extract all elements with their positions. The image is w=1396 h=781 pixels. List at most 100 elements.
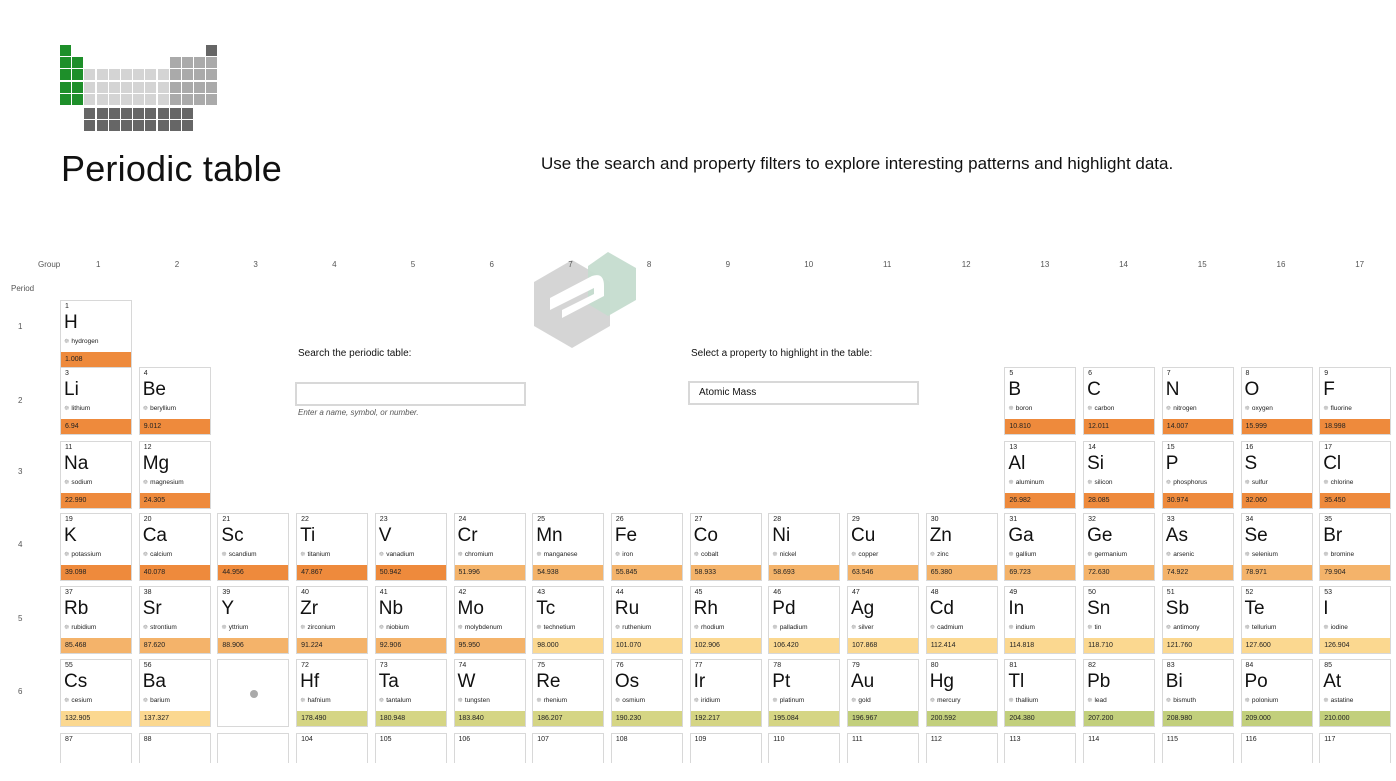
element-cell-bismuth[interactable]: 83 Bi ☸ bismuth 208.980 (1161, 659, 1234, 727)
element-cell-carbon[interactable]: 6 C ☸ carbon 12.011 (1083, 367, 1156, 435)
element-cell-phosphorus[interactable]: 15 P ☸ phosphorus 30.974 (1161, 441, 1234, 509)
element-cell-partial[interactable] (217, 733, 290, 763)
element-cell-oxygen[interactable]: 8 O ☸ oxygen 15.999 (1240, 367, 1313, 435)
element-cell-silver[interactable]: 47 Ag ☸ silver 107.868 (847, 586, 919, 654)
element-cell-cadmium[interactable]: 48 Cd ☸ cadmium 112.414 (925, 586, 998, 654)
element-name-text: nitrogen (1173, 405, 1197, 412)
element-cell-partial[interactable]: 115 (1161, 733, 1234, 763)
element-cell-manganese[interactable]: 25 Mn ☸ manganese 54.938 (532, 513, 605, 581)
element-cell-iodine[interactable]: 53 I ☸ iodine 126.904 (1319, 586, 1392, 654)
element-cell-mercury[interactable]: 80 Hg ☸ mercury 200.592 (925, 659, 998, 727)
element-cell-tungsten[interactable]: 74 W ☸ tungsten 183.840 (453, 659, 526, 727)
logo-cell (84, 120, 96, 132)
element-cell-iridium[interactable]: 77 Ir ☸ iridium 192.217 (689, 659, 762, 727)
logo-cell (194, 93, 206, 105)
element-cell-partial[interactable]: 104 (296, 733, 369, 763)
element-cell-palladium[interactable]: 46 Pd ☸ palladium 106.420 (768, 586, 841, 654)
property-select[interactable]: Atomic Mass (688, 381, 919, 405)
element-cell-selenium[interactable]: 34 Se ☸ selenium 78.971 (1240, 513, 1313, 581)
element-cell-sulfur[interactable]: 16 S ☸ sulfur 32.060 (1240, 441, 1313, 509)
element-cell-nickel[interactable]: 28 Ni ☸ nickel 58.693 (768, 513, 841, 581)
element-name: ☸ rubidium (64, 624, 96, 631)
element-cell-partial[interactable]: 109 (689, 733, 762, 763)
element-cell-arsenic[interactable]: 33 As ☸ arsenic 74.922 (1161, 513, 1234, 581)
element-cell-partial[interactable]: 110 (768, 733, 841, 763)
element-cell-bromine[interactable]: 35 Br ☸ bromine 79.904 (1319, 513, 1392, 581)
element-cell-thallium[interactable]: 81 Tl ☸ thallium 204.380 (1004, 659, 1077, 727)
element-cell-zinc[interactable]: 30 Zn ☸ zinc 65.380 (925, 513, 998, 581)
element-cell-partial[interactable]: 113 (1004, 733, 1077, 763)
element-cell-fluorine[interactable]: 9 F ☸ fluorine 18.998 (1319, 367, 1392, 435)
element-name: ☸ zirconium (300, 624, 335, 631)
element-cell-rhodium[interactable]: 45 Rh ☸ rhodium 102.906 (689, 586, 762, 654)
element-cell-partial[interactable]: 87 (60, 733, 132, 763)
element-name-text: tungsten (464, 697, 490, 704)
element-cell-partial[interactable]: 116 (1240, 733, 1313, 763)
element-symbol: Pb (1087, 671, 1111, 692)
element-name: ☸ silicon (1087, 479, 1112, 486)
element-cell-zirconium[interactable]: 40 Zr ☸ zirconium 91.224 (296, 586, 369, 654)
element-cell-hydrogen[interactable]: 1 H ☸ hydrogen 1.008 (60, 300, 132, 368)
element-cell-iron[interactable]: 26 Fe ☸ iron 55.845 (610, 513, 683, 581)
atomic-number: 1 (65, 303, 69, 310)
element-cell-strontium[interactable]: 38 Sr ☸ strontium 87.620 (138, 586, 211, 654)
search-input[interactable] (295, 382, 526, 406)
element-cell-partial[interactable]: 105 (374, 733, 447, 763)
element-cell-indium[interactable]: 49 In ☸ indium 114.818 (1004, 586, 1077, 654)
element-cell-polonium[interactable]: 84 Po ☸ polonium 209.000 (1240, 659, 1313, 727)
element-cell-rhenium[interactable]: 75 Re ☸ rhenium 186.207 (532, 659, 605, 727)
element-cell-hafnium[interactable]: 72 Hf ☸ hafnium 178.490 (296, 659, 369, 727)
element-cell-niobium[interactable]: 41 Nb ☸ niobium 92.906 (374, 586, 447, 654)
element-cell-cesium[interactable]: 55 Cs ☸ cesium 132.905 (60, 659, 132, 727)
element-cell-ruthenium[interactable]: 44 Ru ☸ ruthenium 101.070 (610, 586, 683, 654)
element-cell-lead[interactable]: 82 Pb ☸ lead 207.200 (1083, 659, 1156, 727)
element-cell-partial[interactable]: 106 (453, 733, 526, 763)
element-cell-gallium[interactable]: 31 Ga ☸ gallium 69.723 (1004, 513, 1077, 581)
logo-cell (121, 120, 132, 132)
element-cell-barium[interactable]: 56 Ba ☸ barium 137.327 (138, 659, 211, 727)
element-cell-silicon[interactable]: 14 Si ☸ silicon 28.085 (1083, 441, 1156, 509)
element-cell-lithium[interactable]: 3 Li ☸ lithium 6.94 (60, 367, 132, 435)
element-cell-germanium[interactable]: 32 Ge ☸ germanium 72.630 (1083, 513, 1156, 581)
element-cell-osmium[interactable]: 76 Os ☸ osmium 190.230 (610, 659, 683, 727)
element-cell-partial[interactable]: 88 (138, 733, 211, 763)
element-cell-magnesium[interactable]: 12 Mg ☸ magnesium 24.305 (138, 441, 211, 509)
atomic-number: 49 (1009, 589, 1018, 596)
atomic-mass: 78.971 (1241, 565, 1312, 580)
element-cell-tin[interactable]: 50 Sn ☸ tin 118.710 (1083, 586, 1156, 654)
logo-cell (145, 120, 157, 132)
element-cell-beryllium[interactable]: 4 Be ☸ beryllium 9.012 (138, 367, 211, 435)
element-cell-boron[interactable]: 5 B ☸ boron 10.810 (1004, 367, 1077, 435)
element-cell-calcium[interactable]: 20 Ca ☸ calcium 40.078 (138, 513, 211, 581)
element-cell-aluminum[interactable]: 13 Al ☸ aluminum 26.982 (1004, 441, 1077, 509)
element-cell-partial[interactable]: 112 (925, 733, 998, 763)
element-cell-antimony[interactable]: 51 Sb ☸ antimony 121.760 (1161, 586, 1234, 654)
lanthanides-placeholder[interactable] (217, 659, 290, 727)
element-cell-tellurium[interactable]: 52 Te ☸ tellurium 127.600 (1240, 586, 1313, 654)
element-cell-platinum[interactable]: 78 Pt ☸ platinum 195.084 (768, 659, 841, 727)
element-cell-technetium[interactable]: 43 Tc ☸ technetium 98.000 (532, 586, 605, 654)
element-cell-cobalt[interactable]: 27 Co ☸ cobalt 58.933 (689, 513, 762, 581)
element-cell-gold[interactable]: 79 Au ☸ gold 196.967 (847, 659, 919, 727)
element-cell-vanadium[interactable]: 23 V ☸ vanadium 50.942 (374, 513, 447, 581)
element-cell-nitrogen[interactable]: 7 N ☸ nitrogen 14.007 (1161, 367, 1234, 435)
element-cell-yttrium[interactable]: 39 Y ☸ yttrium 88.906 (217, 586, 290, 654)
element-cell-rubidium[interactable]: 37 Rb ☸ rubidium 85.468 (60, 586, 132, 654)
element-cell-chromium[interactable]: 24 Cr ☸ chromium 51.996 (453, 513, 526, 581)
element-cell-partial[interactable]: 117 (1319, 733, 1392, 763)
element-cell-partial[interactable]: 108 (610, 733, 683, 763)
element-cell-partial[interactable]: 107 (532, 733, 605, 763)
element-symbol: Ti (300, 525, 316, 546)
element-cell-chlorine[interactable]: 17 Cl ☸ chlorine 35.450 (1319, 441, 1392, 509)
element-cell-tantalum[interactable]: 73 Ta ☸ tantalum 180.948 (374, 659, 447, 727)
atomic-mass: 26.982 (1005, 493, 1076, 508)
element-cell-copper[interactable]: 29 Cu ☸ copper 63.546 (847, 513, 919, 581)
element-cell-partial[interactable]: 111 (847, 733, 919, 763)
element-cell-sodium[interactable]: 11 Na ☸ sodium 22.990 (60, 441, 132, 509)
element-cell-titanium[interactable]: 22 Ti ☸ titanium 47.867 (296, 513, 369, 581)
element-cell-scandium[interactable]: 21 Sc ☸ scandium 44.956 (217, 513, 290, 581)
element-cell-molybdenum[interactable]: 42 Mo ☸ molybdenum 95.950 (453, 586, 526, 654)
element-cell-astatine[interactable]: 85 At ☸ astatine 210.000 (1319, 659, 1392, 727)
element-cell-partial[interactable]: 114 (1083, 733, 1156, 763)
element-cell-potassium[interactable]: 19 K ☸ potassium 39.098 (60, 513, 132, 581)
